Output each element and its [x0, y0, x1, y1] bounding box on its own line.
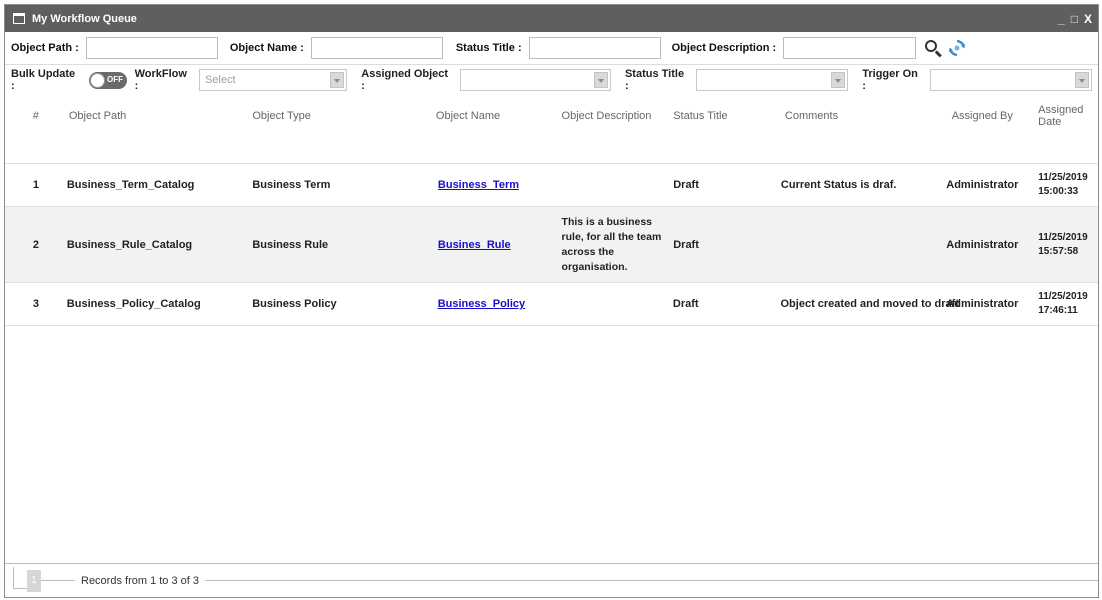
object-type-cell: Business Rule — [252, 238, 329, 251]
column-header-object-name[interactable]: Object Name — [398, 110, 562, 122]
chevron-down-icon — [330, 72, 345, 88]
status-title-cell: Draft — [673, 179, 699, 191]
table-row[interactable]: 3 Business_Policy_Catalog Business Polic… — [5, 283, 1098, 326]
row-number: 1 — [32, 179, 39, 191]
assigned-date: 11/25/2019 — [1038, 231, 1088, 243]
object-name-link[interactable]: Business_Policy — [438, 298, 525, 310]
maximize-button[interactable]: □ — [1071, 12, 1078, 26]
comments-cell: Current Status is draf. — [780, 179, 897, 191]
bulk-update-bar: Bulk Update : OFF WorkFlow : Select Assi… — [5, 65, 1098, 95]
column-header-number[interactable]: # — [5, 110, 67, 122]
row-number: 3 — [32, 298, 39, 310]
assigned-object-select[interactable] — [459, 69, 611, 91]
toggle-knob — [90, 72, 106, 88]
object-path-cell: Business_Policy_Catalog — [66, 298, 201, 310]
object-type-cell: Business Policy — [252, 298, 337, 310]
assigned-object-label: Assigned Object : — [361, 68, 449, 92]
chevron-down-icon — [593, 72, 608, 88]
object-path-label: Object Path : — [11, 42, 79, 54]
object-name-link[interactable]: Busines_Rule — [438, 239, 511, 251]
table-row[interactable]: 2 Business_Rule_Catalog Business Rule Bu… — [5, 207, 1098, 283]
toggle-text: OFF — [107, 74, 124, 84]
window-title: My Workflow Queue — [32, 12, 137, 25]
assigned-by-cell: Administrator — [946, 179, 1019, 191]
page-button-1[interactable]: 1 — [27, 569, 41, 592]
filter-bar: Object Path : Object Name : Status Title… — [5, 32, 1098, 65]
row-number: 2 — [32, 238, 39, 251]
workflow-label: WorkFlow : — [134, 68, 187, 92]
column-header-assigned-by[interactable]: Assigned By — [940, 110, 1028, 122]
table-row[interactable]: 1 Business_Term_Catalog Business Term Bu… — [5, 164, 1098, 207]
assigned-date-cell: 11/25/2019 15:00:33 — [1028, 171, 1098, 199]
status-title-cell: Draft — [672, 298, 699, 310]
minimize-button[interactable]: _ — [1058, 12, 1065, 26]
object-path-cell: Business_Rule_Catalog — [66, 238, 193, 251]
assigned-time: 15:00:33 — [1038, 186, 1079, 197]
search-icon[interactable] — [924, 39, 942, 58]
object-description-input[interactable] — [783, 37, 917, 59]
status-title-select[interactable] — [695, 69, 849, 91]
assigned-date: 11/25/2019 — [1038, 291, 1088, 302]
workflow-queue-window: My Workflow Queue _ □ X Object Path : Ob… — [4, 4, 1099, 598]
trigger-on-select[interactable] — [929, 69, 1093, 91]
object-name-link[interactable]: Business_Term — [438, 179, 519, 191]
grid-header: # Object Path Object Type Object Name Ob… — [5, 101, 1098, 131]
assigned-by-cell: Administrator — [946, 238, 1019, 251]
workflow-grid: # Object Path Object Type Object Name Ob… — [5, 101, 1098, 326]
column-header-status-title[interactable]: Status Title — [673, 110, 781, 122]
object-path-input[interactable] — [85, 37, 218, 59]
grid-filter-row — [5, 131, 1098, 164]
column-header-assigned-date[interactable]: Assigned Date — [1028, 104, 1098, 128]
assigned-date-cell: 11/25/2019 17:46:11 — [1028, 290, 1098, 318]
window-icon — [13, 13, 25, 24]
pager-divider — [205, 580, 1098, 581]
column-header-object-description[interactable]: Object Description — [562, 110, 674, 122]
pager: 1 Records from 1 to 3 of 3 — [5, 563, 1098, 597]
pager-bracket — [13, 566, 27, 589]
object-description-label: Object Description : — [671, 42, 777, 54]
pager-divider — [41, 580, 75, 581]
assigned-time: 17:46:11 — [1038, 305, 1078, 316]
column-header-comments[interactable]: Comments — [781, 110, 941, 122]
column-header-object-path[interactable]: Object Path — [67, 110, 231, 122]
refresh-icon[interactable] — [948, 39, 966, 57]
object-name-input[interactable] — [310, 37, 443, 59]
titlebar: My Workflow Queue _ □ X — [5, 5, 1098, 32]
column-header-object-type[interactable]: Object Type — [230, 110, 398, 122]
status-title-label: Status Title : — [455, 42, 522, 54]
trigger-on-label: Trigger On : — [862, 68, 918, 92]
bulk-update-toggle[interactable]: OFF — [89, 71, 127, 89]
bulk-update-label: Bulk Update : — [11, 68, 76, 92]
status-title-input[interactable] — [528, 37, 661, 59]
bulk-status-title-label: Status Title : — [624, 68, 685, 92]
close-button[interactable]: X — [1084, 12, 1092, 26]
object-type-cell: Business Term — [252, 179, 331, 191]
assigned-date-cell: 11/25/2019 15:57:58 — [1028, 231, 1098, 259]
workflow-select[interactable]: Select — [198, 69, 348, 91]
assigned-by-cell: Administrator — [946, 298, 1019, 310]
object-description-cell: This is a business rule, for all the tea… — [561, 215, 662, 273]
records-summary: Records from 1 to 3 of 3 — [81, 574, 199, 587]
status-title-cell: Draft — [673, 238, 699, 251]
workflow-select-value: Select — [204, 74, 236, 86]
object-name-label: Object Name : — [229, 42, 304, 54]
object-path-cell: Business_Term_Catalog — [66, 179, 195, 191]
assigned-time: 15:57:58 — [1038, 245, 1079, 257]
assigned-date: 11/25/2019 — [1038, 172, 1088, 183]
chevron-down-icon — [831, 72, 846, 88]
chevron-down-icon — [1075, 72, 1090, 88]
comments-cell: Object created and moved to draft — [780, 298, 959, 310]
